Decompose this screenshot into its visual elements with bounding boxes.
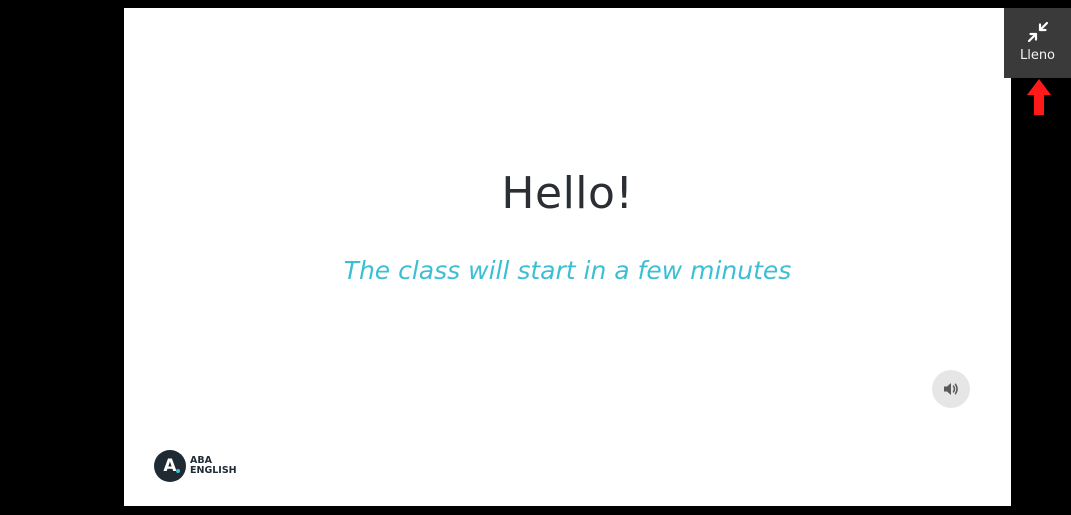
exit-fullscreen-button[interactable]: Lleno	[1004, 8, 1071, 78]
logo-dot	[176, 469, 180, 473]
aba-english-logo: A ABA ENGLISH	[154, 450, 237, 482]
video-viewport: Hello! The class will start in a few min…	[0, 0, 1071, 515]
sound-button[interactable]	[932, 370, 970, 408]
logo-mark-letter: A	[163, 456, 177, 476]
speaker-volume-icon	[944, 383, 958, 395]
logo-wordmark: ABA ENGLISH	[190, 456, 237, 476]
red-up-arrow-icon	[1027, 79, 1051, 115]
slide-subtitle: The class will start in a few minutes	[343, 256, 792, 285]
logo-line-2: ENGLISH	[190, 465, 237, 476]
fullscreen-label: Lleno	[1019, 48, 1056, 63]
presentation-slide: Hello! The class will start in a few min…	[124, 8, 1011, 506]
logo-mark: A	[154, 450, 186, 482]
exit-fullscreen-icon	[1027, 21, 1048, 43]
slide-title: Hello!	[501, 168, 634, 219]
